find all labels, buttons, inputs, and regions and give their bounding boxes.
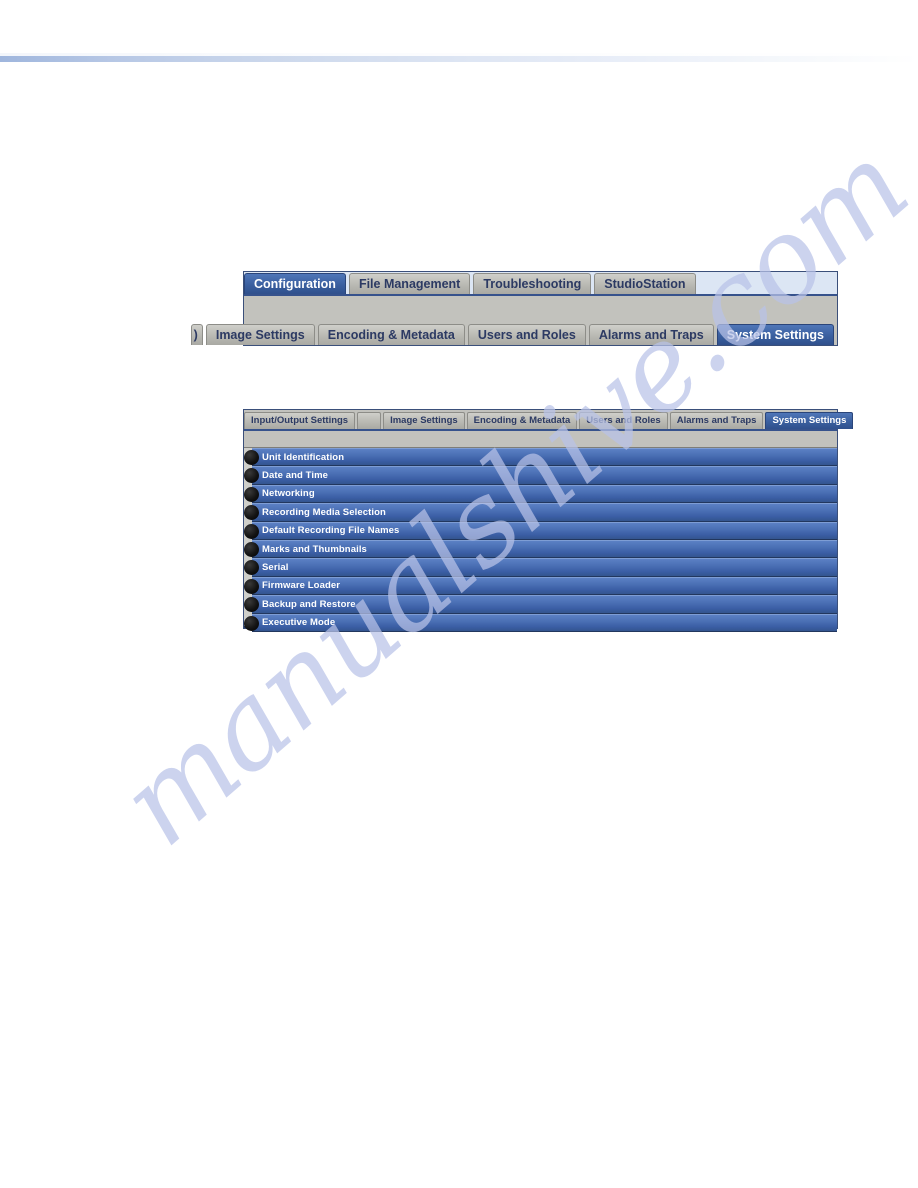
list-item-label: Serial [262,562,289,574]
tab-label: Image Settings [215,328,305,342]
bullet-icon [244,560,259,576]
list-item-label: Default Recording File Names [262,525,400,537]
tab-label: StudioStation [604,277,686,291]
bullet-icon [244,597,259,613]
page-header-rule [0,56,918,62]
settings-list-item-serial[interactable]: Serial [244,558,837,577]
tab-label: Image Settings [390,415,458,426]
settings-tab-image-settings[interactable]: Image Settings [383,412,465,429]
tab-users-and-roles[interactable]: Users and Roles [467,324,586,345]
tab-label: System Settings [726,328,824,342]
settings-list: Unit Identification Date and Time Networki… [244,448,837,632]
tab-configuration[interactable]: Configuration [244,273,346,294]
tab-separator-band [244,298,837,321]
tab-label: Encoding & Metadata [473,415,571,426]
tab-blank-0[interactable]: ) [190,324,203,345]
tab-label: Alarms and Traps [676,415,757,426]
tab-label: System Settings [772,415,847,426]
bullet-icon [244,615,259,631]
tab-label: Users and Roles [586,415,661,426]
tab-label: Troubleshooting [483,277,582,291]
tab-studiostation[interactable]: StudioStation [594,273,696,294]
tab-label: ) [193,328,198,342]
bullet-icon [244,541,259,557]
system-settings-panel: Input/Output Settings Image Settings Encod… [243,409,854,632]
settings-list-item-unit-identification[interactable]: Unit Identification [244,448,837,467]
bullet-icon [244,505,259,521]
list-item-label: Marks and Thumbnails [262,543,367,555]
settings-list-item-backup-and-restore[interactable]: Backup and Restore [244,595,837,614]
tab-label: Configuration [254,277,336,291]
settings-list-item-marks-and-thumbnails[interactable]: Marks and Thumbnails [244,539,837,559]
tab-label: Encoding & Metadata [327,328,455,342]
settings-list-item-recording-media-selection[interactable]: Recording Media Selection [244,503,837,522]
secondary-tab-row: ) Image Settings Encoding & Metadata Users … [190,321,837,345]
tab-label: File Management [358,277,461,291]
primary-tab-row: Configuration File Management Troubleshoot… [244,272,837,296]
bullet-icon [244,450,259,465]
list-item-label: Networking [262,488,315,500]
settings-tab-alarms-and-traps[interactable]: Alarms and Traps [669,412,764,429]
settings-tab-blank-1[interactable] [357,412,382,429]
tab-file-management[interactable]: File Management [348,273,471,294]
bullet-icon [244,578,259,594]
settings-list-item-firmware-loader[interactable]: Firmware Loader [244,576,837,596]
settings-list-item-executive-mode[interactable]: Executive Mode [244,613,837,632]
list-item-label: Backup and Restore [262,598,356,610]
bullet-icon [244,468,259,484]
primary-tab-panel: Configuration File Management Troubleshoot… [190,271,838,346]
bullet-icon [244,486,259,502]
tab-system-settings[interactable]: System Settings [716,324,834,345]
list-item-label: Firmware Loader [262,580,341,592]
tab-troubleshooting[interactable]: Troubleshooting [473,273,592,294]
tab-alarms-and-traps[interactable]: Alarms and Traps [588,324,714,345]
settings-tab-users-and-roles[interactable]: Users and Roles [579,412,668,429]
bullet-icon [244,523,259,539]
list-item-label: Executive Mode [262,617,336,629]
panel-toolbar-strip [244,431,837,448]
settings-tab-input-output-settings[interactable]: Input/Output Settings [244,412,356,429]
tab-image-settings[interactable]: Image Settings [205,324,315,345]
settings-list-item-default-recording-file-names[interactable]: Default Recording File Names [244,521,837,540]
tab-label: Input/Output Settings [251,415,349,426]
list-item-label: Unit Identification [262,451,345,463]
settings-tab-system-settings[interactable]: System Settings [765,412,854,429]
settings-list-item-date-and-time[interactable]: Date and Time [244,466,837,485]
settings-tab-encoding-metadata[interactable]: Encoding & Metadata [466,412,578,429]
settings-list-item-networking[interactable]: Networking [244,484,837,504]
settings-tab-row: Input/Output Settings Image Settings Encod… [244,410,854,429]
list-item-label: Date and Time [262,470,329,482]
tab-label: Alarms and Traps [598,328,704,342]
tab-label: Users and Roles [477,328,576,342]
list-item-label: Recording Media Selection [262,506,386,518]
tab-encoding-metadata[interactable]: Encoding & Metadata [317,324,465,345]
